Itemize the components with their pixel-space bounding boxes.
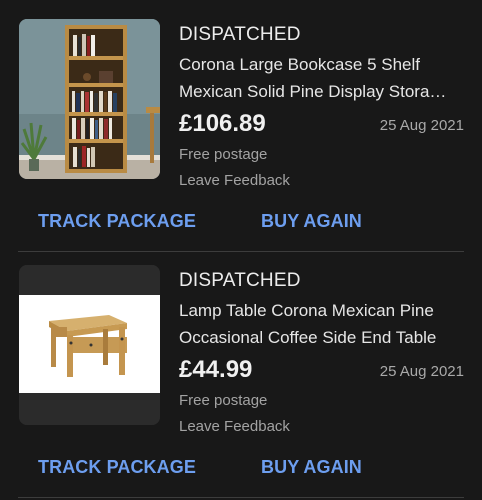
bookcase-image[interactable] <box>19 19 160 179</box>
order-actions: TRACK PACKAGE BUY AGAIN <box>38 457 482 485</box>
track-package-button[interactable]: TRACK PACKAGE <box>38 211 196 232</box>
buy-again-button[interactable]: BUY AGAIN <box>261 211 362 232</box>
item-price: £106.89 <box>179 110 266 137</box>
order-status: DISPATCHED <box>179 24 301 45</box>
lamp-table-image[interactable] <box>19 265 160 425</box>
item-title-line-2[interactable]: Mexican Solid Pine Display Stora… <box>179 78 464 105</box>
item-title-line-2[interactable]: Occasional Coffee Side End Table <box>179 324 464 351</box>
divider <box>18 497 464 498</box>
order-status: DISPATCHED <box>179 270 301 291</box>
postage-info: Free postage <box>179 392 268 409</box>
item-price: £44.99 <box>179 356 253 383</box>
item-title-line-1[interactable]: Lamp Table Corona Mexican Pine <box>179 297 464 324</box>
order-date: 25 Aug 2021 <box>379 363 464 380</box>
price-row: £106.89 25 Aug 2021 <box>179 108 464 142</box>
divider <box>18 251 464 252</box>
item-title-line-1[interactable]: Corona Large Bookcase 5 Shelf <box>179 51 464 78</box>
order-date: 25 Aug 2021 <box>379 117 464 134</box>
buy-again-button[interactable]: BUY AGAIN <box>261 457 362 478</box>
order-actions: TRACK PACKAGE BUY AGAIN <box>38 211 482 239</box>
price-row: £44.99 25 Aug 2021 <box>179 354 464 388</box>
track-package-button[interactable]: TRACK PACKAGE <box>38 457 196 478</box>
leave-feedback-link[interactable]: Leave Feedback <box>179 414 464 440</box>
postage-info: Free postage <box>179 146 268 163</box>
leave-feedback-link[interactable]: Leave Feedback <box>179 168 464 194</box>
